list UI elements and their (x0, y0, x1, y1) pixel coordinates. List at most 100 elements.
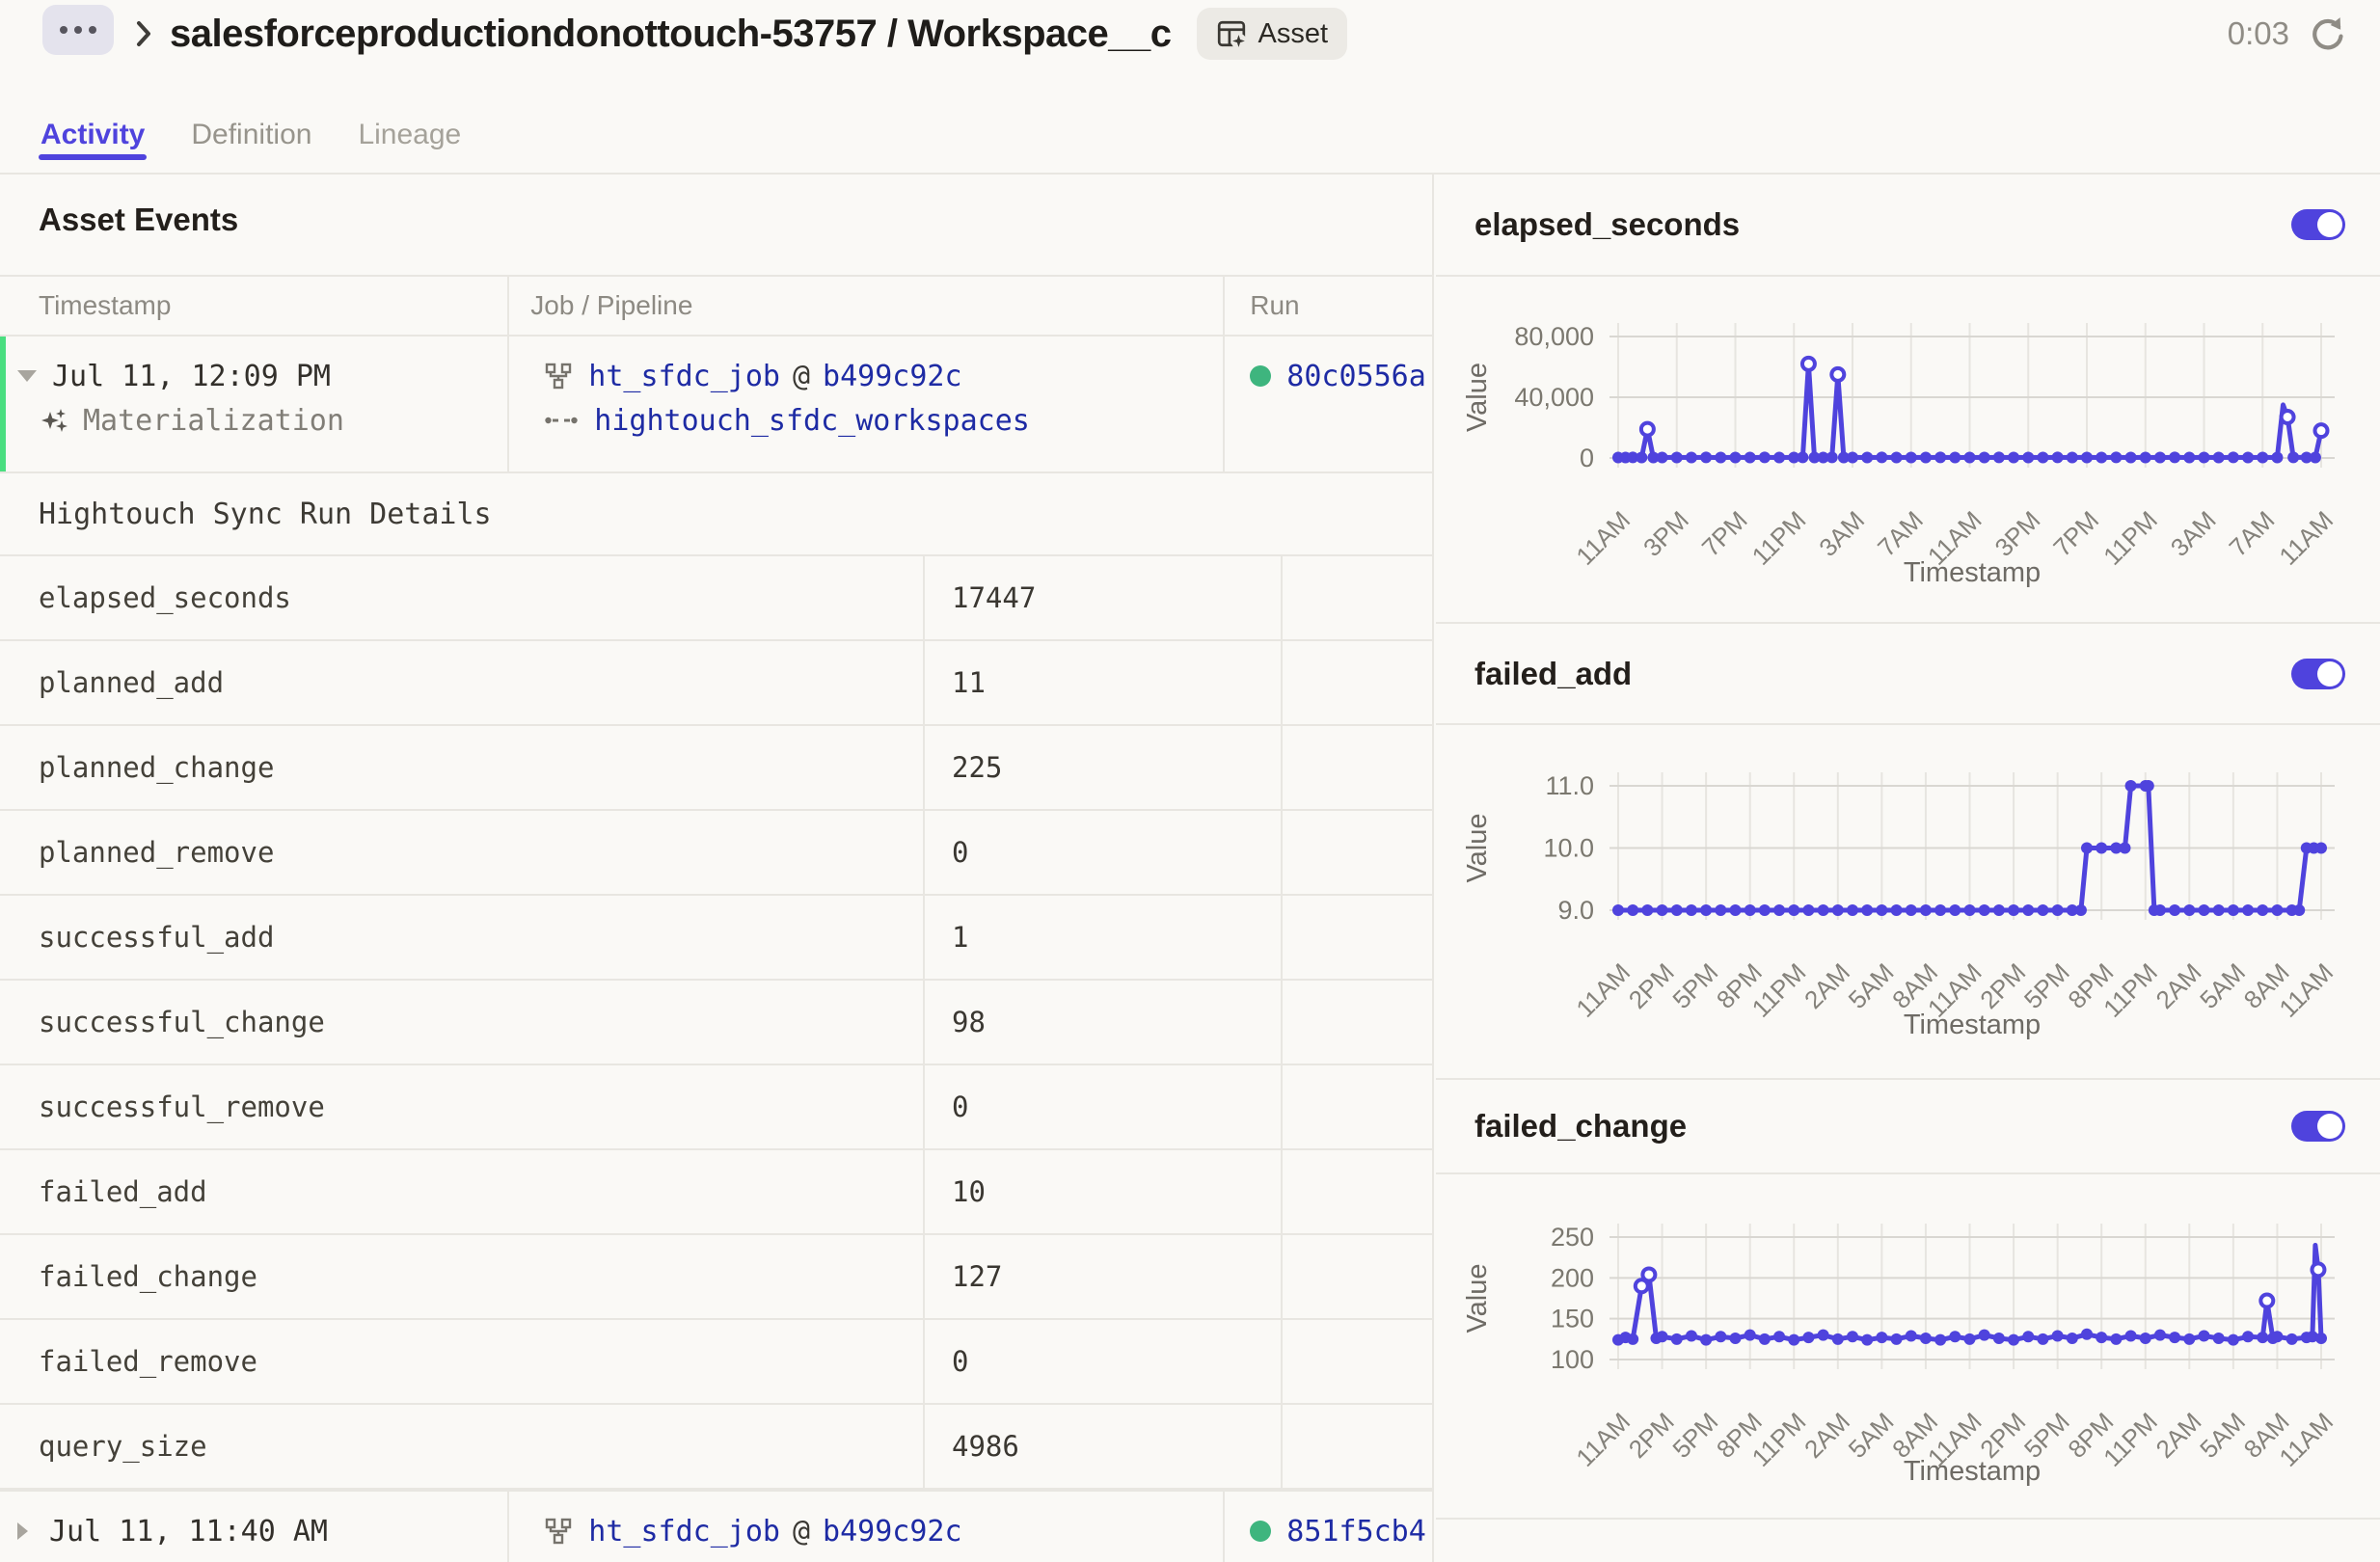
svg-text:5AM: 5AM (1843, 957, 1900, 1014)
detail-spacer (1283, 896, 1432, 979)
expand-caret-icon[interactable] (17, 1522, 28, 1540)
job-link[interactable]: ht_sfdc_job @ b499c92c (588, 1515, 961, 1549)
detail-value: 0 (923, 1320, 1283, 1403)
asset-badge: Asset (1197, 8, 1348, 60)
detail-spacer (1283, 1320, 1432, 1403)
svg-text:5PM: 5PM (1666, 957, 1723, 1014)
menu-dot-icon (89, 26, 96, 34)
svg-text:7PM: 7PM (1696, 505, 1753, 562)
detail-value: 127 (923, 1235, 1283, 1318)
menu-dot-icon (74, 26, 82, 34)
asset-event-row: Jul 11, 12:09 PM Materialization (0, 337, 1432, 473)
column-header-timestamp: Timestamp (0, 277, 507, 335)
run-details-header: Hightouch Sync Run Details (0, 473, 1432, 556)
detail-row: successful_remove0 (0, 1065, 1432, 1150)
svg-text:5AM: 5AM (2194, 1407, 2251, 1464)
detail-key: planned_remove (0, 811, 923, 894)
toggle-knob (2317, 1114, 2342, 1139)
chart-visibility-toggle[interactable] (2291, 1111, 2345, 1142)
svg-text:Timestamp: Timestamp (1904, 1010, 2041, 1040)
svg-text:200: 200 (1551, 1263, 1594, 1292)
event-timestamp: Jul 11, 12:09 PM (52, 360, 331, 393)
svg-text:2AM: 2AM (1799, 957, 1855, 1014)
chart-title-elapsed-seconds: elapsed_seconds (1474, 206, 1740, 243)
page-title: salesforceproductiondonottouch-53757 / W… (170, 13, 1172, 56)
svg-text:11PM: 11PM (2097, 505, 2163, 571)
section-divider (1436, 1518, 2380, 1520)
detail-key: successful_remove (0, 1065, 923, 1148)
svg-text:7AM: 7AM (2223, 505, 2280, 562)
tab-lineage[interactable]: Lineage (358, 96, 461, 173)
column-header-run: Run (1223, 277, 1432, 335)
detail-row: query_size4986 (0, 1405, 1432, 1490)
job-graph-icon (544, 362, 573, 390)
detail-key: failed_change (0, 1235, 923, 1318)
detail-key: failed_add (0, 1150, 923, 1233)
chart-section-header: elapsed_seconds (1436, 175, 2380, 277)
detail-spacer (1283, 1405, 1432, 1488)
run-details-title: Hightouch Sync Run Details (39, 498, 492, 531)
svg-text:11PM: 11PM (1746, 505, 1812, 571)
asset-events-panel: Asset Events Timestamp Job / Pipeline Ru… (0, 175, 1434, 1562)
svg-text:Timestamp: Timestamp (1904, 557, 2041, 588)
svg-text:Timestamp: Timestamp (1904, 1456, 2041, 1487)
detail-value: 17447 (923, 556, 1283, 639)
detail-spacer (1283, 811, 1432, 894)
svg-text:2AM: 2AM (2150, 1407, 2207, 1464)
asset-events-title: Asset Events (39, 202, 238, 238)
run-details-table: elapsed_seconds17447planned_add11planned… (0, 556, 1432, 1490)
run-link[interactable]: 851f5cb4 (1286, 1515, 1426, 1549)
svg-text:Value: Value (1462, 813, 1493, 882)
detail-key: successful_change (0, 981, 923, 1064)
svg-text:2PM: 2PM (1974, 957, 2031, 1014)
svg-text:3AM: 3AM (2165, 505, 2222, 562)
failed-change-chart: 10015020025011AM2PM5PM8PM11PM2AM5AM8AM11… (1447, 1181, 2344, 1518)
svg-text:11AM: 11AM (2273, 505, 2339, 571)
svg-text:10.0: 10.0 (1543, 834, 1594, 863)
detail-key: failed_remove (0, 1320, 923, 1403)
detail-row: planned_add11 (0, 641, 1432, 726)
svg-text:40,000: 40,000 (1514, 383, 1594, 412)
overflow-menu-button[interactable] (42, 5, 114, 55)
detail-value: 98 (923, 981, 1283, 1064)
detail-spacer (1283, 981, 1432, 1064)
detail-key: elapsed_seconds (0, 556, 923, 639)
detail-row: failed_add10 (0, 1150, 1432, 1235)
chart-visibility-toggle[interactable] (2291, 209, 2345, 240)
pipeline-link[interactable]: hightouch_sfdc_workspaces (594, 404, 1030, 438)
svg-text:5PM: 5PM (1666, 1407, 1723, 1464)
event-type-label: Materialization (83, 404, 344, 438)
materialization-sparkle-icon (41, 407, 68, 434)
run-link[interactable]: 80c0556a (1286, 360, 1426, 393)
svg-text:7PM: 7PM (2047, 505, 2104, 562)
svg-text:Value: Value (1462, 363, 1493, 432)
detail-row: successful_change98 (0, 981, 1432, 1065)
detail-value: 225 (923, 726, 1283, 809)
breadcrumb-chevron-icon (135, 19, 152, 48)
chart-title-failed-add: failed_add (1474, 656, 1632, 692)
svg-text:3AM: 3AM (1813, 505, 1870, 562)
refresh-timer: 0:03 (2228, 15, 2289, 52)
events-table-header: Timestamp Job / Pipeline Run (0, 275, 1432, 337)
detail-spacer (1283, 641, 1432, 724)
header-actions: 0:03 (2228, 14, 2347, 53)
job-link[interactable]: ht_sfdc_job @ b499c92c (588, 360, 961, 393)
asset-badge-label: Asset (1258, 18, 1329, 50)
chart-visibility-toggle[interactable] (2291, 659, 2345, 689)
detail-value: 11 (923, 641, 1283, 724)
svg-text:11.0: 11.0 (1545, 771, 1594, 800)
tab-activity[interactable]: Activity (41, 96, 145, 173)
detail-key: query_size (0, 1405, 923, 1488)
collapse-caret-icon[interactable] (17, 370, 37, 382)
asset-table-icon (1216, 18, 1247, 49)
svg-text:2AM: 2AM (1799, 1407, 1855, 1464)
refresh-icon[interactable] (2309, 14, 2347, 53)
run-status-dot (1250, 1521, 1271, 1542)
svg-text:7AM: 7AM (1872, 505, 1929, 562)
detail-row: failed_remove0 (0, 1320, 1432, 1405)
asset-event-row: Jul 11, 11:40 AM ht_sfdc_job @ b (0, 1490, 1432, 1562)
detail-row: planned_change225 (0, 726, 1432, 811)
svg-text:5PM: 5PM (2018, 957, 2075, 1014)
tab-definition[interactable]: Definition (191, 96, 311, 173)
svg-text:250: 250 (1551, 1223, 1594, 1252)
